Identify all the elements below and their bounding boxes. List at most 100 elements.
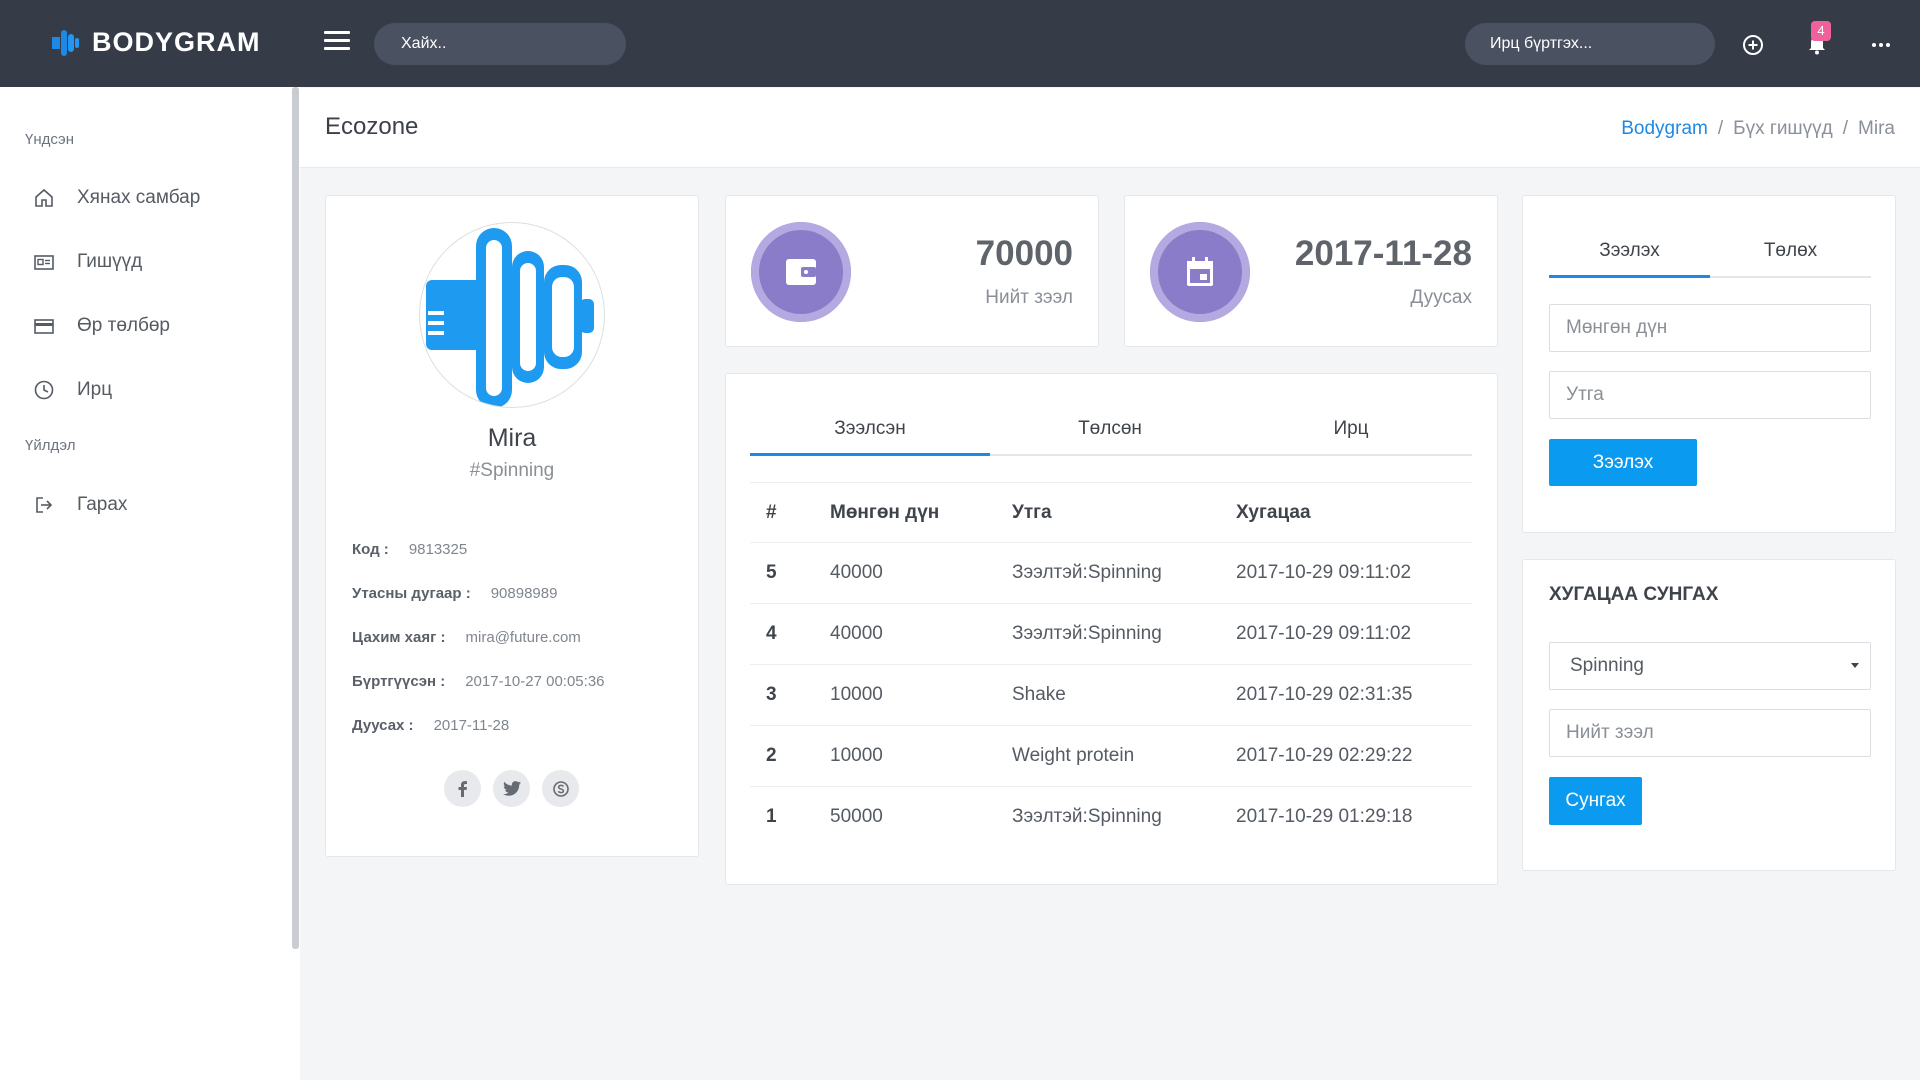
sidebar-item-label: Гишүүд bbox=[77, 251, 143, 272]
cell-id: 5 bbox=[750, 542, 830, 604]
cell-amount: 10000 bbox=[830, 664, 1012, 726]
borrow-button[interactable]: Зээлэх bbox=[1549, 439, 1697, 486]
cell-amount: 50000 bbox=[830, 806, 883, 828]
plan-select[interactable]: Spinning bbox=[1549, 642, 1871, 690]
breadcrumb-home-link[interactable]: Bodygram bbox=[1621, 118, 1708, 140]
field-label: Бүртгүүсэн : bbox=[352, 673, 446, 690]
page-title: Ecozone bbox=[325, 113, 419, 140]
add-circle-icon[interactable] bbox=[1741, 33, 1765, 57]
skype-icon[interactable] bbox=[542, 770, 579, 807]
sidebar: Үндсэн Хянах самбар Гишүүд Өр төлбөр Ирц… bbox=[0, 87, 300, 1080]
home-icon bbox=[35, 188, 53, 207]
sidebar-item-dashboard[interactable]: Хянах самбар bbox=[33, 187, 200, 209]
breadcrumb-separator: / bbox=[1717, 118, 1724, 139]
sidebar-item-logout[interactable]: Гарах bbox=[33, 494, 127, 516]
logo-icon bbox=[52, 29, 79, 56]
breadcrumb-members[interactable]: Бүх гишүүд bbox=[1733, 118, 1833, 140]
total-loan-field[interactable] bbox=[1549, 709, 1871, 757]
tab-loans[interactable]: Зээлсэн bbox=[750, 418, 990, 456]
attendance-box bbox=[1465, 23, 1715, 65]
field-value: 2017-11-28 bbox=[433, 717, 510, 734]
cell-amount: 40000 bbox=[830, 542, 1012, 604]
cell-note: Weight protein bbox=[1012, 725, 1236, 787]
field-label: Код : bbox=[352, 541, 389, 558]
cell-note: Зээлтэй:Spinning bbox=[1012, 603, 1236, 665]
cell-note: Shake bbox=[1012, 664, 1236, 726]
tab-payments[interactable]: Төлсөн bbox=[990, 418, 1230, 454]
avatar bbox=[419, 222, 605, 408]
profile-name: Mira bbox=[487, 424, 537, 452]
stat-label: Дуусах bbox=[1410, 287, 1472, 308]
field-value: 9813325 bbox=[408, 541, 468, 558]
wallet-icon bbox=[786, 259, 816, 285]
table-row: 3 10000 Shake 2017-10-29 02:31:35 bbox=[750, 664, 1472, 726]
facebook-icon[interactable] bbox=[444, 770, 481, 807]
table-row: 2 10000 Weight protein 2017-10-29 02:29:… bbox=[750, 725, 1472, 787]
cell-id: 1 bbox=[766, 806, 777, 828]
chevron-down-icon bbox=[1851, 663, 1859, 668]
sidebar-item-members[interactable]: Гишүүд bbox=[33, 251, 142, 273]
notification-badge: 4 bbox=[1811, 21, 1831, 41]
breadcrumb-separator: / bbox=[1842, 118, 1849, 139]
column-header: Хугацаа bbox=[1236, 482, 1472, 543]
table-header-row: # Мөнгөн дүн Утга Хугацаа bbox=[750, 482, 1472, 543]
search-box bbox=[374, 23, 626, 65]
plan-select-value: Spinning bbox=[1570, 655, 1644, 676]
top-bar: BODYGRAM 4 bbox=[0, 0, 1920, 87]
field-label: Утасны дугаар : bbox=[352, 585, 471, 602]
more-icon[interactable] bbox=[1869, 33, 1893, 57]
column-header: Утга bbox=[1012, 482, 1236, 543]
stat-card-total-loan: 70000 Нийт зээл bbox=[725, 195, 1099, 347]
note-field[interactable] bbox=[1549, 371, 1871, 419]
cell-time: 2017-10-29 02:31:35 bbox=[1236, 664, 1472, 726]
calendar-icon bbox=[1187, 257, 1213, 286]
menu-toggle-button[interactable] bbox=[324, 31, 350, 53]
cell-id: 2 bbox=[750, 725, 830, 787]
column-header: Мөнгөн дүн bbox=[830, 482, 1012, 543]
table-row: 1 50000 Зээлтэй:Spinning 2017-10-29 01:2… bbox=[750, 787, 1472, 848]
profile-phone-row: Утасны дугаар : 90898989 bbox=[352, 585, 557, 602]
brand-logo[interactable]: BODYGRAM bbox=[52, 27, 261, 58]
cell-note: Зээлтэй:Spinning bbox=[1012, 542, 1236, 604]
search-input[interactable] bbox=[401, 35, 608, 53]
extend-button[interactable]: Сунгах bbox=[1549, 777, 1642, 825]
profile-tag: #Spinning bbox=[469, 460, 555, 481]
cell-amount: 10000 bbox=[830, 725, 1012, 787]
sidebar-item-debts[interactable]: Өр төлбөр bbox=[33, 315, 170, 337]
field-value: 2017-10-27 00:05:36 bbox=[465, 673, 605, 690]
profile-card: Mira #Spinning Код : 9813325 Утасны дуга… bbox=[325, 195, 699, 857]
sidebar-item-label: Хянах самбар bbox=[77, 187, 201, 208]
stat-value: 2017-11-28 bbox=[1294, 234, 1472, 273]
field-label: Цахим хаяг : bbox=[352, 629, 446, 646]
page-header: Ecozone Bodygram / Бүх гишүүд / Mira bbox=[300, 88, 1920, 168]
sidebar-item-label: Гарах bbox=[77, 494, 128, 515]
extend-card: ХУГАЦАА СУНГАХ Spinning Сунгах bbox=[1522, 559, 1896, 871]
cell-time: 2017-10-29 01:29:18 bbox=[1236, 806, 1413, 828]
stat-card-expiry: 2017-11-28 Дуусах bbox=[1124, 195, 1498, 347]
profile-expiry-row: Дуусах : 2017-11-28 bbox=[352, 717, 509, 734]
cell-amount: 40000 bbox=[830, 603, 1012, 665]
history-tabs: Зээлсэн Төлсөн Ирц bbox=[750, 418, 1472, 456]
field-value: mira@future.com bbox=[465, 629, 581, 646]
tab-repay[interactable]: Төлөх bbox=[1710, 240, 1871, 276]
history-card: Зээлсэн Төлсөн Ирц # Мөнгөн дүн Утга Хуг… bbox=[725, 373, 1498, 885]
tab-borrow[interactable]: Зээлэх bbox=[1549, 240, 1710, 278]
cell-time: 2017-10-29 09:11:02 bbox=[1236, 603, 1472, 665]
profile-registered-row: Бүртгүүсэн : 2017-10-27 00:05:36 bbox=[352, 673, 605, 690]
sidebar-item-label: Өр төлбөр bbox=[77, 315, 170, 336]
breadcrumb: Bodygram / Бүх гишүүд / Mira bbox=[1621, 118, 1895, 140]
cell-time: 2017-10-29 02:29:22 bbox=[1236, 725, 1472, 787]
stat-icon-circle bbox=[751, 222, 851, 322]
attendance-input[interactable] bbox=[1490, 35, 1690, 53]
tab-attendance[interactable]: Ирц bbox=[1230, 418, 1472, 454]
amount-field[interactable] bbox=[1549, 304, 1871, 352]
extend-card-title: ХУГАЦАА СУНГАХ bbox=[1549, 584, 1719, 605]
twitter-icon[interactable] bbox=[493, 770, 530, 807]
table-row: 5 40000 Зээлтэй:Spinning 2017-10-29 09:1… bbox=[750, 542, 1472, 604]
sidebar-item-attendance[interactable]: Ирц bbox=[33, 379, 112, 401]
sidebar-scrollbar[interactable] bbox=[292, 87, 299, 949]
clock-icon bbox=[34, 380, 54, 400]
profile-code-row: Код : 9813325 bbox=[352, 541, 467, 558]
sidebar-section-action: Үйлдэл bbox=[25, 437, 76, 454]
table-row: 4 40000 Зээлтэй:Spinning 2017-10-29 09:1… bbox=[750, 603, 1472, 665]
